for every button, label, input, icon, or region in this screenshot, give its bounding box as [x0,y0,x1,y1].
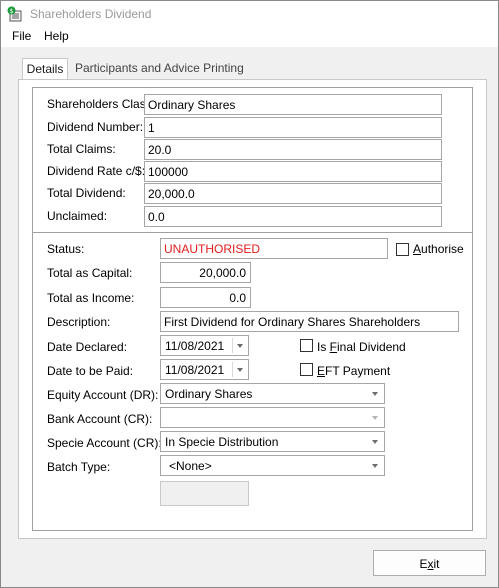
eft-payment-checkbox[interactable] [300,363,313,376]
equity-account-select[interactable]: Ordinary Shares [160,383,385,404]
exit-button[interactable]: Exit [373,550,486,576]
chevron-down-icon[interactable] [372,416,378,420]
date-paid-separator [232,362,233,377]
batch-type-select[interactable]: <None> [160,455,385,476]
svg-text:$: $ [10,8,14,15]
total-claims-label: Total Claims: [47,142,116,156]
tab-participants[interactable]: Participants and Advice Printing [75,58,244,79]
equity-account-value: Ordinary Shares [165,387,253,401]
menu-bar: File Help [1,27,498,47]
equity-account-label: Equity Account (DR): [47,388,159,402]
dividend-rate-field[interactable]: 100000 [144,161,442,182]
description-label: Description: [47,315,111,329]
total-dividend-label: Total Dividend: [47,186,126,200]
unclaimed-label: Unclaimed: [47,209,108,223]
dividend-rate-label: Dividend Rate c/$: [47,164,146,178]
date-declared-separator [232,338,233,353]
app-icon: $ [7,6,23,22]
authorise-checkbox[interactable] [396,243,409,256]
total-capital-label: Total as Capital: [47,266,133,280]
total-capital-field[interactable]: 20,000.0 [160,262,251,283]
total-claims-field[interactable]: 20.0 [144,139,442,160]
date-declared-value: 11/08/2021 [165,339,225,353]
date-declared-picker[interactable]: 11/08/2021 [160,335,249,356]
chevron-down-icon[interactable] [372,464,378,468]
menu-help[interactable]: Help [44,29,69,43]
bank-account-select[interactable] [160,407,385,428]
date-paid-value: 11/08/2021 [165,363,225,377]
chevron-down-icon[interactable] [372,440,378,444]
date-paid-label: Date to be Paid: [47,364,134,378]
title-bar: $ Shareholders Dividend [1,1,498,27]
eft-payment-label[interactable]: EFT Payment [317,364,390,378]
bank-account-label: Bank Account (CR): [47,412,153,426]
final-dividend-label[interactable]: Is Final Dividend [317,340,406,354]
total-income-label: Total as Income: [47,291,135,305]
shareholders-class-label: Shareholders Class: [47,97,156,111]
description-field[interactable]: First Dividend for Ordinary Shares Share… [160,311,459,332]
shareholders-dividend-window: $ Shareholders Dividend File Help Detail… [0,0,499,588]
final-dividend-checkbox[interactable] [300,339,313,352]
unclaimed-field[interactable]: 0.0 [144,206,442,227]
authorise-label[interactable]: Authorise [413,242,464,256]
chevron-down-icon[interactable] [237,368,243,372]
batch-type-value: <None> [169,459,212,473]
batch-field[interactable] [160,481,249,506]
section-divider [32,232,473,233]
dividend-number-label: Dividend Number: [47,120,144,134]
date-declared-label: Date Declared: [47,340,128,354]
shareholders-class-field[interactable]: Ordinary Shares [144,94,442,115]
status-field: UNAUTHORISED [160,238,388,259]
specie-account-label: Specie Account (CR): [47,436,162,450]
status-label: Status: [47,242,85,256]
chevron-down-icon[interactable] [372,392,378,396]
dividend-number-field[interactable]: 1 [144,117,442,138]
batch-type-label: Batch Type: [47,460,111,474]
specie-account-value: In Specie Distribution [165,435,279,449]
chevron-down-icon[interactable] [237,344,243,348]
specie-account-select[interactable]: In Specie Distribution [160,431,385,452]
total-dividend-field[interactable]: 20,000.0 [144,183,442,204]
date-paid-picker[interactable]: 11/08/2021 [160,359,249,380]
tab-details[interactable]: Details [22,58,68,80]
total-income-field[interactable]: 0.0 [160,287,251,308]
window-title: Shareholders Dividend [30,7,152,21]
menu-file[interactable]: File [12,29,31,43]
